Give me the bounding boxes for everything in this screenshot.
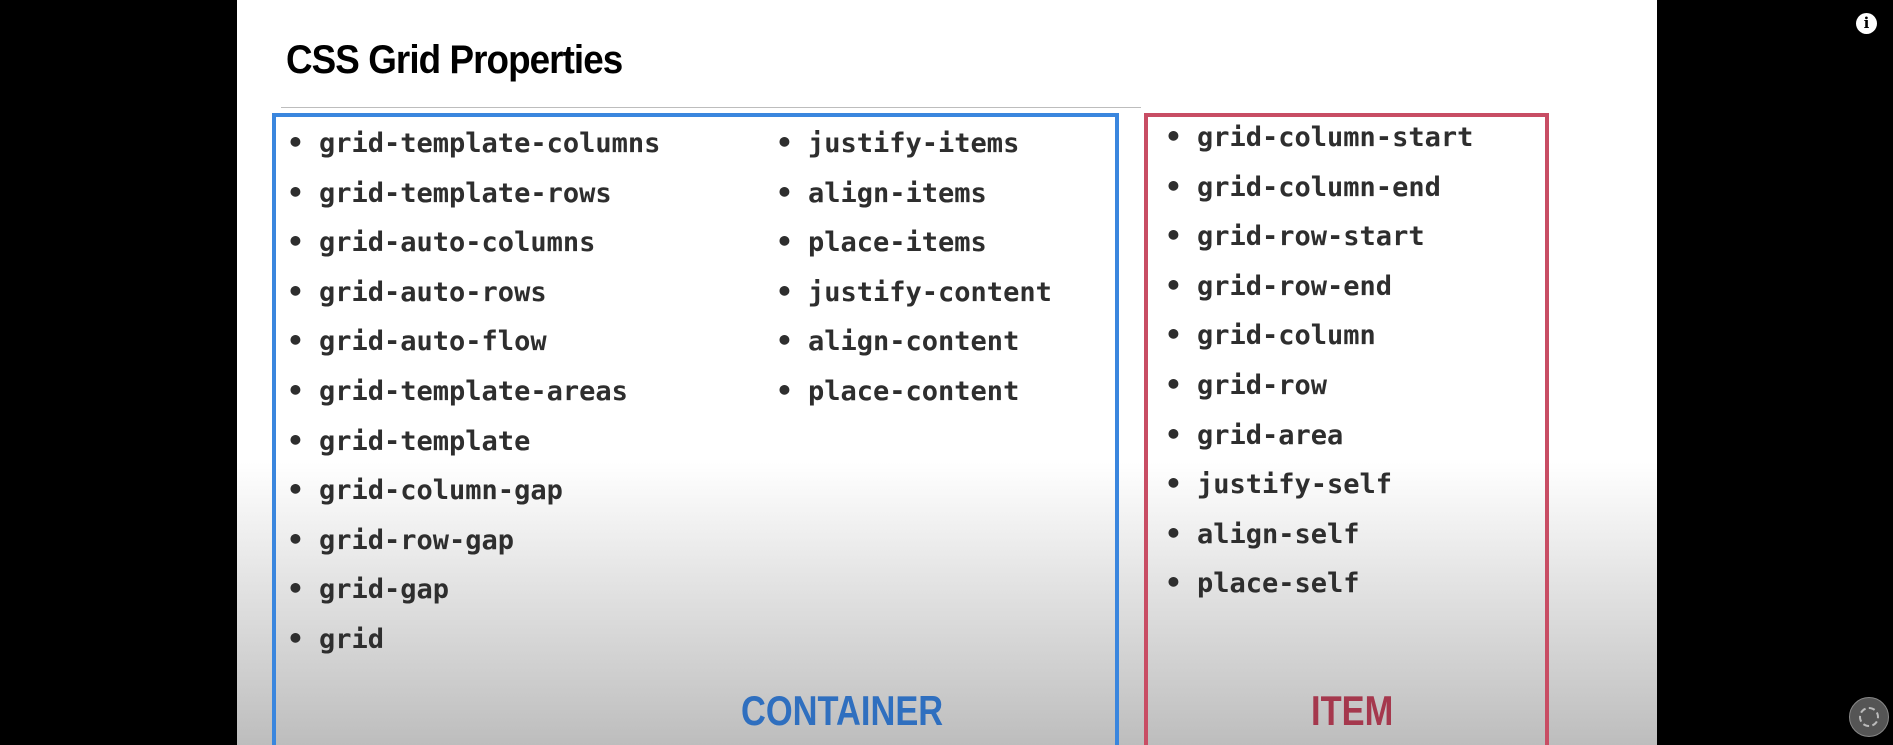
- bullet-icon: •: [1165, 120, 1182, 153]
- bullet-icon: •: [287, 473, 304, 507]
- property-list-item: • align-self: [1165, 509, 1473, 559]
- property-name: grid-column-end: [1197, 171, 1441, 203]
- bullet-icon: •: [287, 175, 304, 209]
- bullet-icon: •: [287, 324, 304, 358]
- bullet-icon: •: [776, 324, 793, 358]
- property-name: align-content: [808, 326, 1020, 358]
- bullet-icon: •: [1165, 417, 1182, 451]
- property-name: grid: [319, 623, 385, 655]
- property-list-item: • align-content: [776, 316, 1052, 366]
- bullet-icon: •: [776, 126, 793, 159]
- property-name: align-items: [808, 177, 987, 209]
- property-name: grid-auto-columns: [319, 227, 596, 259]
- property-name: grid-gap: [319, 574, 450, 606]
- bullet-icon: •: [287, 126, 304, 159]
- bullet-icon: •: [287, 522, 304, 556]
- property-name: grid-template: [319, 425, 531, 457]
- property-list-item: • grid-row-end: [1165, 261, 1473, 311]
- property-list-item: • grid-template: [287, 416, 660, 466]
- property-list-item: • grid-template-columns: [287, 118, 660, 168]
- property-name: justify-content: [808, 276, 1052, 308]
- channel-logo-icon[interactable]: [1849, 697, 1889, 737]
- property-list-item: • align-items: [776, 168, 1052, 218]
- property-name: grid-row: [1197, 369, 1328, 401]
- property-name: grid-row-start: [1197, 221, 1425, 253]
- property-name: grid-column-gap: [319, 475, 563, 507]
- property-name: grid-column-start: [1197, 122, 1474, 153]
- property-name: grid-template-areas: [319, 375, 628, 407]
- property-list-item: • justify-content: [776, 267, 1052, 317]
- property-list-item: • grid-template-rows: [287, 168, 660, 218]
- property-name: grid-area: [1197, 419, 1344, 451]
- container-label: CONTAINER: [741, 687, 944, 734]
- property-list-item: • grid-template-areas: [287, 366, 660, 416]
- bullet-icon: •: [1165, 566, 1182, 600]
- bullet-icon: •: [1165, 367, 1182, 401]
- property-name: place-content: [808, 375, 1020, 407]
- property-list-item: • grid-column-start: [1165, 112, 1473, 162]
- property-list-item: • grid-column-gap: [287, 465, 660, 515]
- item-label: ITEM: [1311, 687, 1394, 734]
- slide-title: CSS Grid Properties: [286, 38, 623, 82]
- bullet-icon: •: [287, 225, 304, 259]
- property-name: grid-column: [1197, 320, 1376, 352]
- bullet-icon: •: [287, 423, 304, 457]
- bullet-icon: •: [1165, 318, 1182, 352]
- property-name: grid-template-columns: [319, 128, 661, 159]
- property-list-item: • grid: [287, 614, 660, 664]
- property-name: place-items: [808, 227, 987, 259]
- property-list-item: • grid-auto-columns: [287, 217, 660, 267]
- bullet-icon: •: [776, 175, 793, 209]
- property-list-item: • grid-auto-rows: [287, 267, 660, 317]
- bullet-icon: •: [1165, 268, 1182, 302]
- property-list-item: • justify-items: [776, 118, 1052, 168]
- property-name: grid-auto-flow: [319, 326, 547, 358]
- property-list-item: • grid-row-gap: [287, 515, 660, 565]
- property-name: align-self: [1197, 518, 1360, 550]
- bullet-icon: •: [287, 572, 304, 606]
- bullet-icon: •: [1165, 467, 1182, 501]
- property-list-item: • grid-column: [1165, 310, 1473, 360]
- bullet-icon: •: [776, 225, 793, 259]
- info-icon[interactable]: i: [1856, 13, 1877, 34]
- property-list-item: • place-content: [776, 366, 1052, 416]
- container-properties-list-1: • grid-template-columns • grid-template-row…: [287, 118, 660, 664]
- property-list-item: • grid-row: [1165, 360, 1473, 410]
- bullet-icon: •: [287, 274, 304, 308]
- bullet-icon: •: [287, 373, 304, 407]
- property-list-item: • grid-auto-flow: [287, 316, 660, 366]
- bullet-icon: •: [1165, 169, 1182, 203]
- property-name: grid-row-end: [1197, 270, 1393, 302]
- bullet-icon: •: [776, 373, 793, 407]
- property-name: justify-items: [808, 128, 1020, 159]
- property-name: justify-self: [1197, 469, 1393, 501]
- item-properties-list: • grid-column-start • grid-column-end • grid-…: [1165, 112, 1473, 608]
- slide: CSS Grid Properties • grid-template-colum…: [237, 0, 1657, 745]
- property-name: grid-auto-rows: [319, 276, 547, 308]
- property-list-item: • justify-self: [1165, 459, 1473, 509]
- bullet-icon: •: [287, 621, 304, 655]
- property-list-item: • place-items: [776, 217, 1052, 267]
- property-list-item: • grid-gap: [287, 564, 660, 614]
- property-name: place-self: [1197, 568, 1360, 600]
- property-name: grid-template-rows: [319, 177, 612, 209]
- property-list-item: • grid-row-start: [1165, 211, 1473, 261]
- bullet-icon: •: [776, 274, 793, 308]
- property-list-item: • grid-column-end: [1165, 162, 1473, 212]
- property-list-item: • place-self: [1165, 558, 1473, 608]
- property-name: grid-row-gap: [319, 524, 515, 556]
- bullet-icon: •: [1165, 219, 1182, 253]
- property-list-item: • grid-area: [1165, 410, 1473, 460]
- title-divider: [281, 107, 1141, 108]
- container-properties-list-2: • justify-items • align-items • place-items • j…: [776, 118, 1052, 416]
- bullet-icon: •: [1165, 516, 1182, 550]
